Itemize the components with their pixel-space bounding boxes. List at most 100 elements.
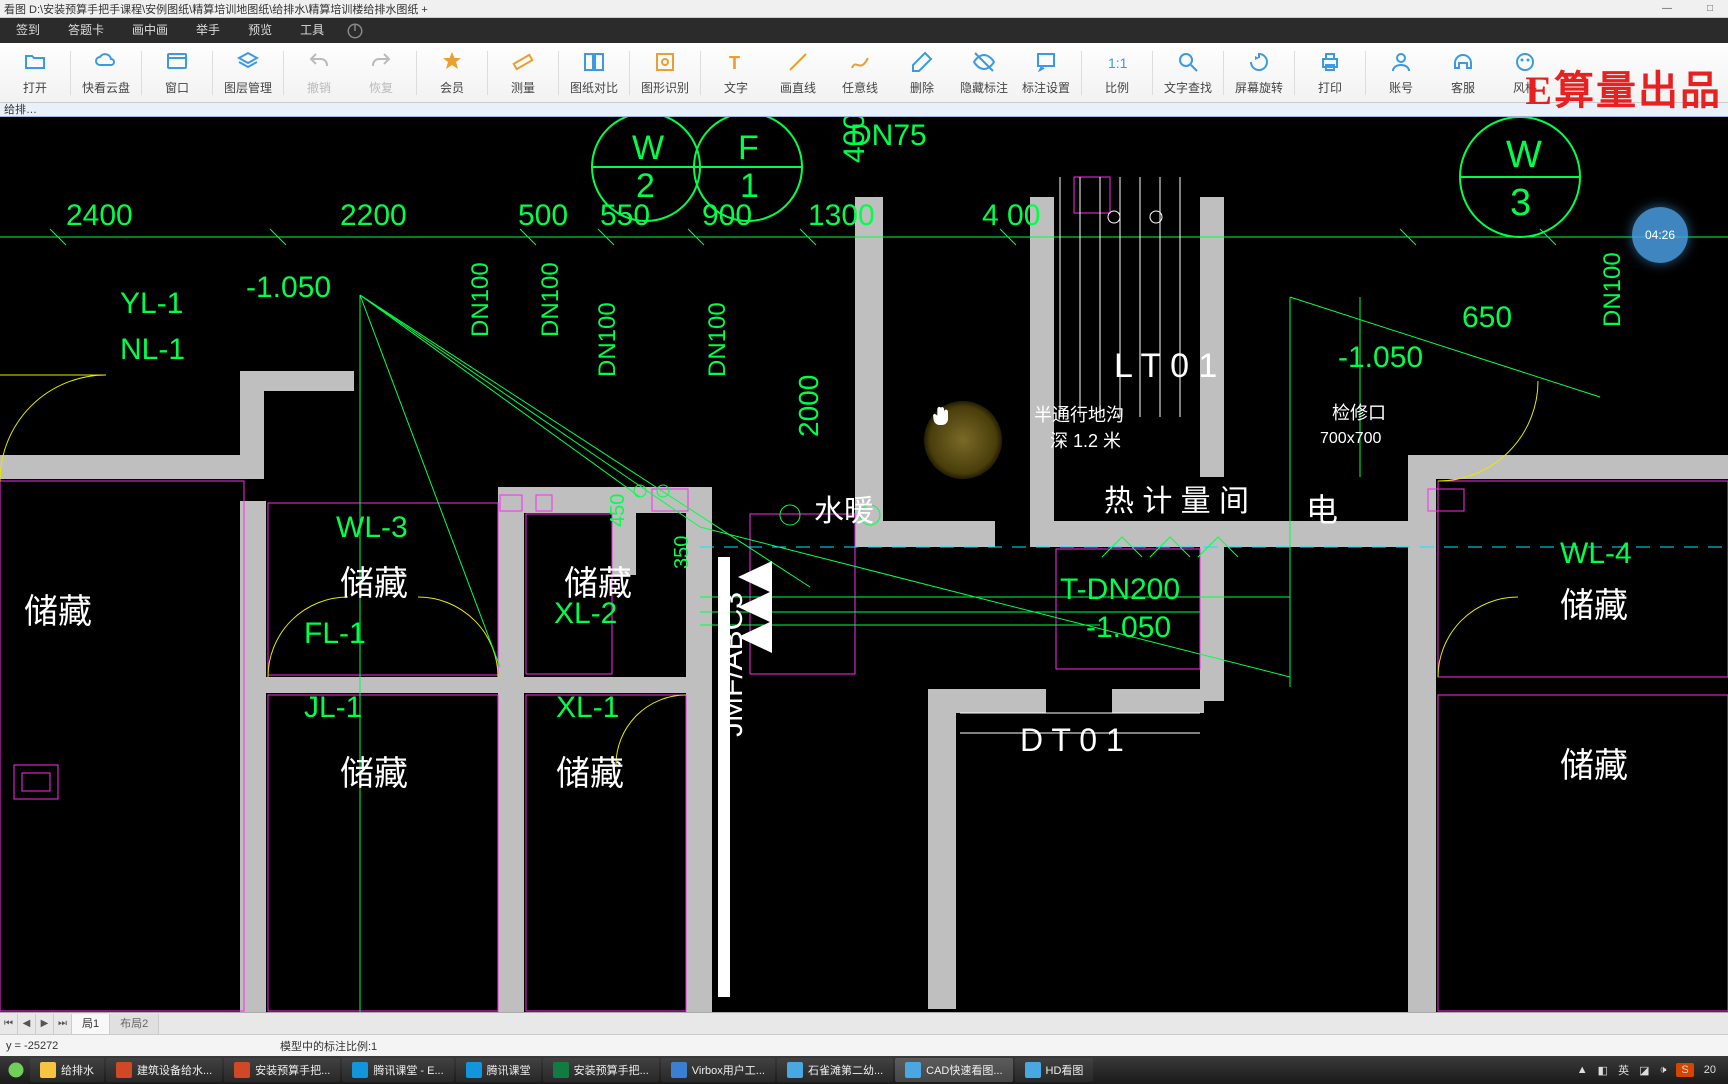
svg-text:3: 3 [1510,182,1531,224]
tray-ime-icon[interactable]: S [1676,1063,1693,1077]
toolbar-service[interactable]: 客服 [1432,44,1494,102]
toolbar-cloud[interactable]: 快看云盘 [75,44,137,102]
compare-icon [581,49,607,75]
layout-tab-bar: ⏮ ◀ ▶ ⏭ 局1 布局2 [0,1012,1728,1034]
svg-text:储藏: 储藏 [340,755,408,793]
svg-text:T: T [729,53,740,73]
toolbar-undo[interactable]: 撤销 [288,44,350,102]
tray-device-icon[interactable]: ◧ [1598,1064,1608,1077]
tray-clock[interactable]: 20 [1704,1064,1716,1076]
menu-signin[interactable]: 签到 [2,18,54,43]
status-scale: 模型中的标注比例:1 [260,1038,377,1054]
taskbar-item[interactable]: HD看图 [1015,1058,1094,1082]
taskbar-item[interactable]: 腾讯课堂 [456,1058,541,1082]
svg-text:650: 650 [1462,301,1512,334]
toolbar-rotate[interactable]: 屏幕旋转 [1228,44,1290,102]
undo-icon [306,49,332,75]
svg-text:400: 400 [838,117,871,163]
document-tab[interactable]: 给排… [0,103,1728,117]
svg-text:2400: 2400 [66,199,133,232]
recognize-icon [652,49,678,75]
toolbar-annot[interactable]: 标注设置 [1015,44,1077,102]
taskbar-item[interactable]: 安装预算手把... [543,1058,659,1082]
measure-icon [510,49,536,75]
text-icon: T [723,49,749,75]
cad-canvas[interactable]: 2400 2200 500 550 900 1300 DN75 4 00 400… [0,117,1728,1012]
taskbar-item[interactable]: 安装预算手把... [224,1058,340,1082]
grab-hand-icon [924,401,956,433]
app-icon [466,1062,482,1078]
svg-text:YL-1: YL-1 [120,287,183,320]
layout-tab-1[interactable]: 局1 [72,1014,110,1034]
toolbar-window[interactable]: 窗口 [146,44,208,102]
toolbar-redo[interactable]: 恢复 [350,44,412,102]
toolbar-measure[interactable]: 测量 [492,44,554,102]
tray-up-icon[interactable]: ▲ [1577,1064,1588,1076]
svg-text:储藏: 储藏 [1560,747,1628,785]
toolbar-print[interactable]: 打印 [1299,44,1361,102]
watermark-text: E算量出品 [1525,58,1722,116]
app-icon [553,1062,569,1078]
taskbar-item[interactable]: CAD快速看图... [895,1058,1012,1082]
toolbar-freeline[interactable]: 任意线 [829,44,891,102]
find-icon [1175,49,1201,75]
svg-text:-1.050: -1.050 [246,271,331,304]
menu-pip[interactable]: 画中画 [118,18,182,43]
menu-tools[interactable]: 工具 [286,18,338,43]
svg-text:XL-1: XL-1 [556,691,619,724]
svg-text:DN100: DN100 [537,262,564,337]
toolbar-find[interactable]: 文字查找 [1157,44,1219,102]
toolbar-text[interactable]: T文字 [705,44,767,102]
toolbar-folder-open[interactable]: 打开 [4,44,66,102]
toolbar-hide[interactable]: 隐藏标注 [953,44,1015,102]
svg-text:350: 350 [671,536,693,569]
redo-icon [368,49,394,75]
power-icon[interactable] [344,20,366,42]
app-icon [352,1062,368,1078]
menu-answer[interactable]: 答题卡 [54,18,118,43]
svg-text:水暖: 水暖 [814,495,874,528]
start-button[interactable] [4,1058,28,1082]
toolbar: 打开快看云盘窗口图层管理撤销恢复会员测量图纸对比图形识别T文字画直线任意线删除隐… [0,43,1728,103]
tray-ime-lang[interactable]: 英 [1618,1062,1629,1078]
toolbar-vip[interactable]: 会员 [421,44,483,102]
svg-text:半通行地沟: 半通行地沟 [1034,405,1124,425]
menu-raisehand[interactable]: 举手 [182,18,234,43]
svg-text:WL-3: WL-3 [336,511,408,544]
maximize-button[interactable]: □ [1696,1,1724,17]
tab-prev-icon[interactable]: ◀ [18,1014,36,1034]
svg-text:热 计 量 间: 热 计 量 间 [1104,485,1249,518]
toolbar-line[interactable]: 画直线 [767,44,829,102]
menu-preview[interactable]: 预览 [234,18,286,43]
system-tray[interactable]: ▲ ◧ 英 ◪ 🕩 S 20 [1577,1062,1724,1078]
account-icon [1388,49,1414,75]
tab-last-icon[interactable]: ⏭ [54,1014,72,1034]
svg-text:储藏: 储藏 [1560,587,1628,625]
svg-text:FL-1: FL-1 [304,617,366,650]
app-icon [1025,1062,1041,1078]
app-icon [671,1062,687,1078]
tab-next-icon[interactable]: ▶ [36,1014,54,1034]
toolbar-recognize[interactable]: 图形识别 [634,44,696,102]
toolbar-layers[interactable]: 图层管理 [217,44,279,102]
tab-first-icon[interactable]: ⏮ [0,1014,18,1034]
toolbar-erase[interactable]: 删除 [891,44,953,102]
svg-text:2000: 2000 [793,375,824,437]
scale-icon: 1:1 [1104,49,1130,75]
svg-text:W: W [632,129,664,167]
svg-text:NL-1: NL-1 [120,333,185,366]
taskbar-item[interactable]: 石雀滩第二幼... [777,1058,893,1082]
minimize-button[interactable]: — [1653,1,1681,17]
toolbar-compare[interactable]: 图纸对比 [563,44,625,102]
layout-tab-2[interactable]: 布局2 [110,1014,159,1034]
svg-text:电: 电 [1306,492,1338,528]
taskbar-item[interactable]: 建筑设备给水... [106,1058,222,1082]
status-coords: y = -25272 [0,1040,260,1052]
taskbar-item[interactable]: Virbox用户工... [661,1058,775,1082]
toolbar-scale[interactable]: 1:1比例 [1086,44,1148,102]
taskbar-item[interactable]: 腾讯课堂 - E... [342,1058,453,1082]
tray-volume-icon[interactable]: 🕩 [1659,1064,1666,1077]
toolbar-account[interactable]: 账号 [1370,44,1432,102]
tray-keyboard-icon[interactable]: ◪ [1639,1064,1649,1077]
taskbar-item[interactable]: 给排水 [30,1058,104,1082]
